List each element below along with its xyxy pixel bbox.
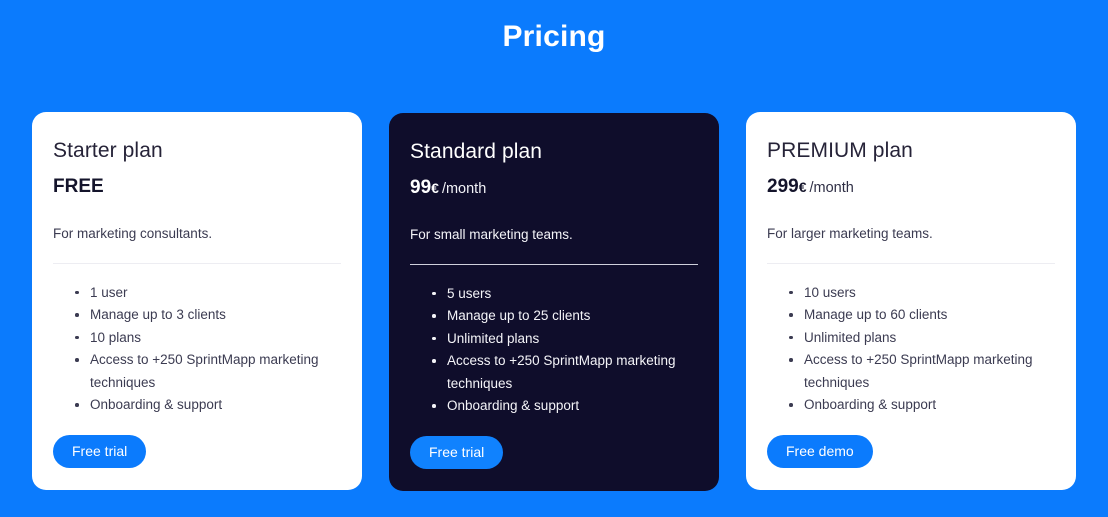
plan-description: For marketing consultants.: [53, 226, 213, 242]
page-title: Pricing: [502, 20, 606, 53]
plan-description: For larger marketing teams.: [767, 226, 933, 242]
pricing-card-standard: Standard plan 99€/month For small market…: [389, 113, 719, 491]
card-divider: [53, 262, 341, 264]
plan-price: 299€/month: [767, 176, 1055, 198]
feature-item: Manage up to 25 clients: [432, 305, 698, 328]
card-divider: [410, 263, 698, 265]
feature-item: Access to +250 SprintMapp marketing tech…: [789, 349, 1055, 394]
pricing-card-premium: PREMIUM plan 299€/month For larger marke…: [746, 112, 1076, 490]
feature-item: 10 plans: [75, 327, 341, 350]
price-amount: 99: [410, 177, 432, 199]
feature-item: Onboarding & support: [789, 394, 1055, 417]
plan-name: PREMIUM plan: [767, 139, 913, 162]
feature-item: Manage up to 60 clients: [789, 304, 1055, 327]
feature-item: 1 user: [75, 282, 341, 305]
feature-list: 10 users Manage up to 60 clients Unlimit…: [767, 282, 1055, 417]
plan-price: 99€/month: [410, 177, 698, 199]
feature-item: Unlimited plans: [789, 327, 1055, 350]
free-demo-button[interactable]: Free demo: [767, 434, 873, 468]
feature-item: Unlimited plans: [432, 328, 698, 351]
price-currency: €: [798, 179, 807, 196]
pricing-page: Pricing Starter plan FREE For marketing …: [0, 0, 1108, 517]
feature-item: Onboarding & support: [432, 395, 698, 418]
price-period: /month: [809, 180, 854, 197]
feature-item: 10 users: [789, 282, 1055, 305]
price-period: /month: [441, 181, 487, 198]
free-trial-button[interactable]: Free trial: [53, 434, 147, 468]
card-divider: [767, 262, 1055, 264]
feature-item: Manage up to 3 clients: [75, 304, 341, 327]
price-amount: 299: [767, 176, 799, 198]
feature-item: Access to +250 SprintMapp marketing tech…: [75, 349, 341, 394]
plan-description: For small marketing teams.: [410, 227, 573, 243]
feature-list: 5 users Manage up to 25 clients Unlimite…: [410, 283, 698, 418]
pricing-card-list: Starter plan FREE For marketing consulta…: [32, 112, 1076, 491]
feature-item: Onboarding & support: [75, 394, 341, 417]
plan-name: Standard plan: [410, 140, 543, 163]
price-amount: FREE: [53, 176, 104, 198]
plan-name: Starter plan: [53, 139, 163, 162]
free-trial-button[interactable]: Free trial: [410, 435, 504, 469]
feature-list: 1 user Manage up to 3 clients 10 plans A…: [53, 282, 341, 417]
feature-item: 5 users: [432, 283, 698, 306]
price-currency: €: [431, 180, 439, 197]
plan-price: FREE: [53, 176, 341, 198]
pricing-card-starter: Starter plan FREE For marketing consulta…: [32, 112, 362, 490]
feature-item: Access to +250 SprintMapp marketing tech…: [432, 350, 698, 395]
